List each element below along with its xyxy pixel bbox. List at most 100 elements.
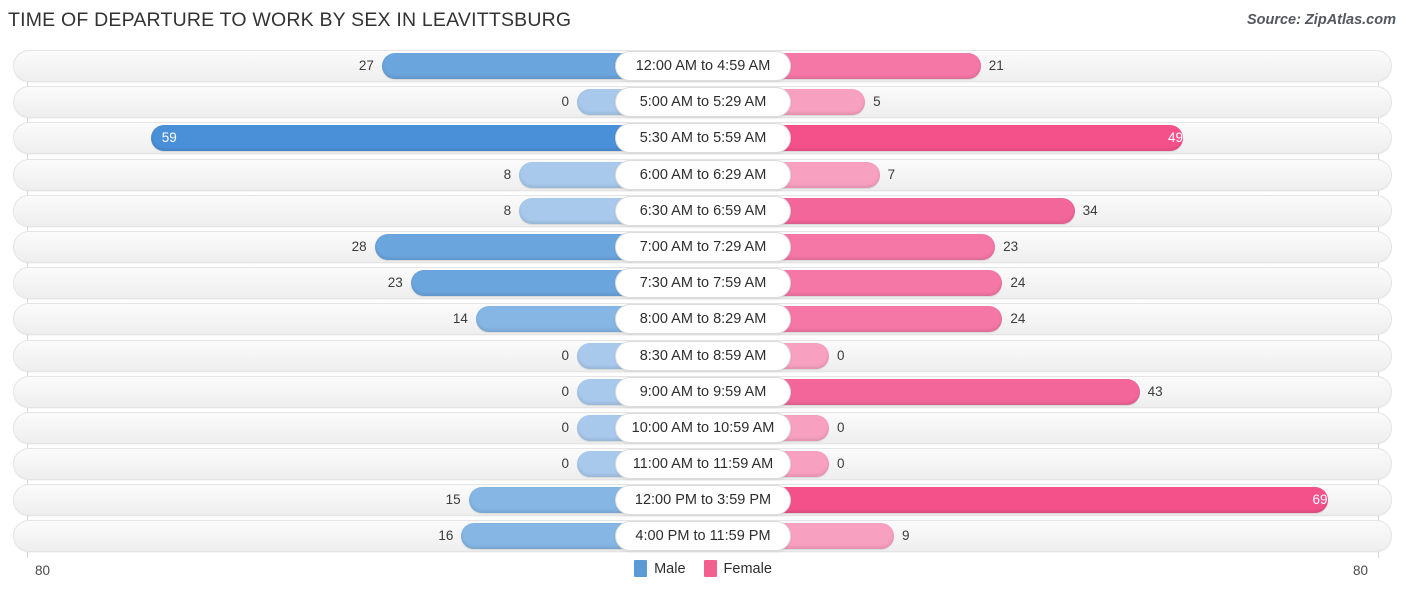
row-bars: 14 24 8:00 AM to 8:29 AM [0, 303, 1406, 335]
row-bars: 0 43 9:00 AM to 9:59 AM [0, 376, 1406, 408]
row-bars: 8 7 6:00 AM to 6:29 AM [0, 159, 1406, 191]
bar-female[interactable] [781, 523, 895, 550]
bar-rows: 27 21 12:00 AM to 4:59 AM 0 5 5:00 AM to 5:29… [0, 50, 1406, 557]
table-row[interactable]: 8 34 6:30 AM to 6:59 AM [0, 194, 1406, 227]
category-label: 8:30 AM to 8:59 AM [615, 340, 791, 371]
category-label: 7:00 AM to 7:29 AM [615, 231, 791, 262]
bar-male[interactable] [374, 233, 625, 260]
bar-male[interactable] [381, 53, 625, 79]
category-label: 6:30 AM to 6:59 AM [615, 195, 791, 226]
row-bars: 59 49 5:30 AM to 5:59 AM [0, 122, 1406, 154]
value-label-male: 8 [503, 202, 512, 218]
category-label: 7:30 AM to 7:59 AM [615, 268, 791, 299]
bar-male[interactable] [519, 161, 625, 188]
category-label: 9:00 AM to 9:59 AM [615, 376, 791, 407]
value-label-female: 24 [1010, 275, 1026, 291]
bar-male[interactable] [468, 487, 625, 514]
bar-female[interactable] [781, 378, 1140, 405]
table-row[interactable]: 14 24 8:00 AM to 8:29 AM [0, 303, 1406, 336]
bar-male[interactable] [475, 306, 625, 333]
category-label: 10:00 AM to 10:59 AM [615, 412, 791, 443]
value-label-female: 0 [837, 347, 845, 363]
chart-root: TIME OF DEPARTURE TO WORK BY SEX IN LEAV… [0, 0, 1406, 594]
value-label-male: 27 [358, 58, 374, 73]
bar-female[interactable] [781, 233, 996, 260]
table-row[interactable]: 16 9 4:00 PM to 11:59 PM [0, 520, 1406, 553]
legend-item-male[interactable]: Male [634, 560, 686, 577]
row-bars: 15 69 12:00 PM to 3:59 PM [0, 484, 1406, 516]
value-label-male: 0 [561, 383, 569, 399]
value-label-female: 0 [837, 419, 845, 435]
value-label-male: 28 [351, 238, 367, 254]
value-label-male: 0 [561, 94, 569, 110]
legend-label-female: Female [723, 560, 772, 577]
table-row[interactable]: 8 7 6:00 AM to 6:29 AM [0, 158, 1406, 191]
value-label-female: 69 [1312, 492, 1328, 508]
category-label: 5:30 AM to 5:59 AM [615, 123, 791, 154]
category-label: 5:00 AM to 5:29 AM [615, 87, 791, 118]
legend-swatch-female-icon [703, 560, 717, 577]
table-row[interactable]: 0 0 8:30 AM to 8:59 AM [0, 339, 1406, 372]
bar-female[interactable] [781, 53, 981, 79]
category-label: 12:00 AM to 4:59 AM [615, 51, 791, 81]
table-row[interactable]: 28 23 7:00 AM to 7:29 AM [0, 230, 1406, 263]
table-row[interactable]: 23 24 7:30 AM to 7:59 AM [0, 267, 1406, 300]
value-label-female: 43 [1147, 383, 1163, 399]
bar-female[interactable] [781, 161, 880, 188]
value-label-male: 23 [387, 275, 403, 291]
value-label-male: 0 [561, 347, 569, 363]
row-bars: 16 9 4:00 PM to 11:59 PM [0, 520, 1406, 552]
value-label-male: 8 [503, 166, 512, 182]
value-label-female: 23 [1003, 238, 1019, 254]
bar-female[interactable] [781, 270, 1003, 297]
legend-label-male: Male [654, 560, 686, 577]
bar-male[interactable] [410, 270, 625, 297]
table-row[interactable]: 0 43 9:00 AM to 9:59 AM [0, 375, 1406, 408]
row-bars: 0 0 10:00 AM to 10:59 AM [0, 412, 1406, 444]
bar-female[interactable] [781, 487, 1328, 514]
legend: Male Female [0, 560, 1406, 577]
row-bars: 0 5 5:00 AM to 5:29 AM [0, 86, 1406, 118]
row-bars: 28 23 7:00 AM to 7:29 AM [0, 231, 1406, 263]
category-label: 8:00 AM to 8:29 AM [615, 304, 791, 335]
legend-item-female[interactable]: Female [703, 560, 772, 577]
value-label-male: 16 [438, 528, 454, 544]
bar-male[interactable] [461, 523, 625, 550]
value-label-female: 5 [873, 94, 881, 110]
bar-female[interactable] [781, 89, 866, 116]
page-title: TIME OF DEPARTURE TO WORK BY SEX IN LEAV… [8, 9, 572, 31]
value-label-male: 59 [161, 130, 177, 146]
bar-female[interactable] [781, 197, 1075, 224]
row-bars: 8 34 6:30 AM to 6:59 AM [0, 195, 1406, 227]
category-label: 6:00 AM to 6:29 AM [615, 159, 791, 190]
row-bars: 23 24 7:30 AM to 7:59 AM [0, 267, 1406, 299]
table-row[interactable]: 15 69 12:00 PM to 3:59 PM [0, 484, 1406, 517]
value-label-female: 7 [887, 166, 896, 182]
value-label-male: 0 [561, 456, 569, 472]
bar-male[interactable] [519, 197, 625, 224]
table-row[interactable]: 27 21 12:00 AM to 4:59 AM [0, 50, 1406, 82]
legend-swatch-male-icon [634, 560, 648, 577]
category-label: 4:00 PM to 11:59 PM [615, 521, 791, 552]
category-label: 11:00 AM to 11:59 AM [615, 449, 791, 480]
source-attribution: Source: ZipAtlas.com [1246, 12, 1396, 28]
table-row[interactable]: 0 0 11:00 AM to 11:59 AM [0, 448, 1406, 481]
table-row[interactable]: 0 0 10:00 AM to 10:59 AM [0, 411, 1406, 444]
row-bars: 0 0 11:00 AM to 11:59 AM [0, 448, 1406, 480]
value-label-male: 0 [561, 419, 569, 435]
bar-female[interactable] [781, 306, 1003, 333]
value-label-female: 49 [1167, 130, 1184, 146]
table-row[interactable]: 59 49 5:30 AM to 5:59 AM [0, 122, 1406, 155]
row-bars: 27 21 12:00 AM to 4:59 AM [0, 50, 1406, 82]
value-label-female: 0 [837, 456, 845, 472]
value-label-female: 24 [1010, 311, 1026, 327]
bar-male[interactable] [150, 125, 625, 152]
table-row[interactable]: 0 5 5:00 AM to 5:29 AM [0, 86, 1406, 119]
row-bars: 0 0 8:30 AM to 8:59 AM [0, 340, 1406, 372]
value-label-male: 15 [445, 492, 461, 508]
category-label: 12:00 PM to 3:59 PM [615, 485, 791, 516]
value-label-female: 34 [1082, 202, 1098, 218]
value-label-male: 14 [452, 311, 468, 327]
plot-area: 27 21 12:00 AM to 4:59 AM 0 5 5:00 AM to 5:29… [0, 50, 1406, 558]
value-label-female: 9 [902, 528, 910, 544]
